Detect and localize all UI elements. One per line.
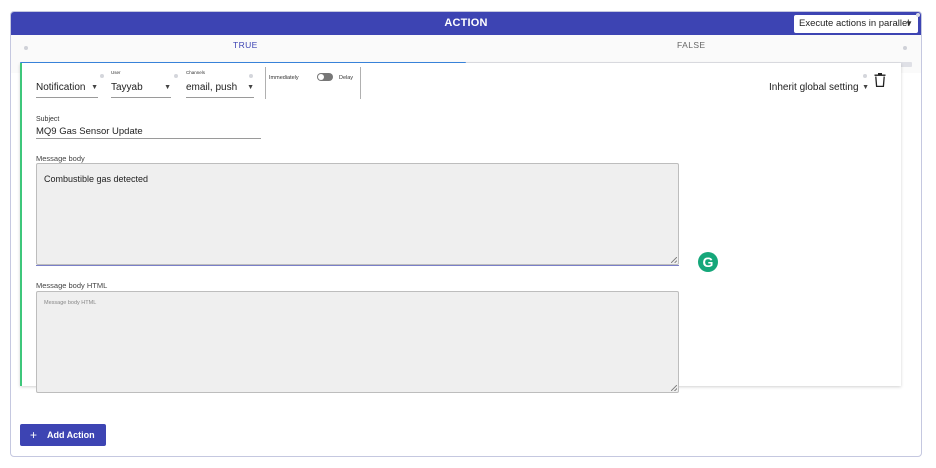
info-dot	[100, 74, 104, 78]
subject-input[interactable]: MQ9 Gas Sensor Update	[36, 126, 143, 137]
action-type-value: Notification	[36, 82, 86, 93]
caret-down-icon: ▼	[164, 84, 171, 91]
resize-handle[interactable]	[671, 385, 677, 391]
plus-icon: +	[30, 428, 38, 442]
select-underline	[186, 97, 254, 98]
message-body-label: Message body	[36, 154, 85, 163]
timing-divider-right	[360, 67, 361, 99]
subject-label: Subject	[36, 116, 60, 123]
delete-action-button[interactable]	[874, 73, 886, 88]
notification-setting-select[interactable]: Inherit global setting ▼	[769, 73, 869, 101]
tab-dot-left	[24, 46, 28, 50]
caret-down-icon: ▼	[905, 19, 913, 28]
resize-handle[interactable]	[671, 257, 677, 263]
timing-toggle-switch[interactable]	[317, 73, 333, 81]
subject-underline	[36, 138, 261, 139]
user-value: Tayyab	[111, 82, 143, 93]
user-select[interactable]: User Tayyab ▼	[111, 70, 178, 101]
info-dot	[249, 74, 253, 78]
channels-value: email, push	[186, 82, 238, 93]
grammarly-icon[interactable]: G	[698, 252, 718, 272]
user-label: User	[111, 70, 121, 75]
tab-dot-right	[903, 46, 907, 50]
tab-false[interactable]: FALSE	[677, 40, 705, 50]
channels-label: Channels	[186, 70, 206, 75]
select-underline	[111, 97, 171, 98]
info-dot	[863, 74, 867, 78]
execution-mode-value: Execute actions in parallel	[799, 18, 910, 29]
message-html-textarea[interactable]: Message body HTML	[36, 291, 679, 393]
tab-true[interactable]: TRUE	[233, 40, 258, 50]
message-body-value: Combustible gas detected	[44, 174, 149, 184]
action-card: Notification ▼ User Tayyab ▼ Channels em…	[20, 63, 901, 393]
message-body-focus-line	[36, 265, 679, 266]
caret-down-icon: ▼	[247, 84, 254, 91]
action-type-select[interactable]: Notification ▼	[36, 73, 104, 101]
caret-down-icon: ▼	[91, 84, 98, 91]
info-dot	[174, 74, 178, 78]
message-html-label: Message body HTML	[36, 281, 108, 290]
message-body-textarea[interactable]: Combustible gas detected	[36, 163, 679, 265]
execution-mode-select[interactable]: Execute actions in parallel ▼	[794, 15, 918, 33]
header-title: ACTION	[444, 17, 488, 29]
timing-immediately-label: Immediately	[269, 75, 299, 81]
channels-select[interactable]: Channels email, push ▼	[186, 70, 254, 101]
timing-divider-left	[265, 67, 266, 99]
timing-delay-label: Delay	[339, 75, 354, 81]
caret-down-icon: ▼	[862, 84, 869, 91]
trash-icon	[874, 73, 886, 88]
corner-indicator	[916, 13, 920, 17]
message-html-placeholder: Message body HTML	[44, 300, 97, 306]
add-action-button[interactable]: + Add Action	[20, 424, 106, 446]
add-action-label: Add Action	[47, 430, 95, 440]
select-underline	[36, 97, 98, 98]
toggle-knob	[318, 74, 324, 80]
action-header: ACTION Execute actions in parallel ▼	[11, 12, 921, 35]
notification-setting-value: Inherit global setting	[769, 82, 859, 93]
